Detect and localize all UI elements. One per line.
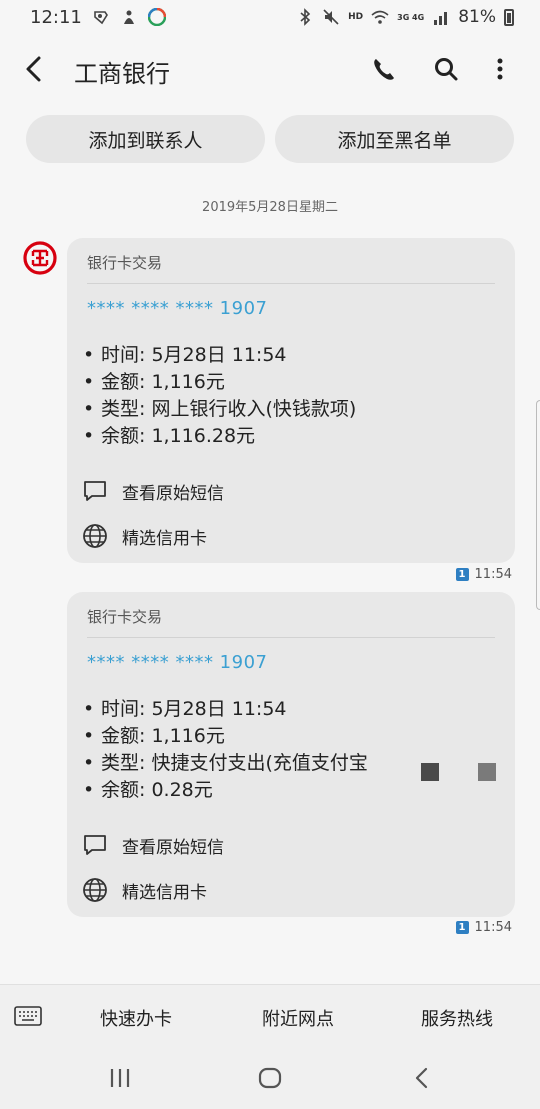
status-bar: 12:11 HD 3G 4G 81% xyxy=(0,0,540,34)
bank-service-menu: 快速办卡 附近网点 服务热线 xyxy=(0,984,540,1048)
app-bar: 工商银行 xyxy=(0,40,540,100)
app-notification-icon-2 xyxy=(123,10,134,24)
wifi-icon xyxy=(371,10,389,24)
app-notification-icon-3 xyxy=(147,8,166,26)
more-vert-icon xyxy=(497,58,503,80)
network-type: 3G 4G xyxy=(397,12,425,22)
redaction-block xyxy=(421,763,439,781)
redaction-block xyxy=(478,763,496,781)
sim1-badge: 1 xyxy=(455,921,469,934)
view-original-sms-button[interactable]: 查看原始短信 xyxy=(82,832,224,858)
keyboard-icon[interactable] xyxy=(14,1005,42,1027)
view-original-sms-button[interactable]: 查看原始短信 xyxy=(82,478,224,504)
menu-quick-card[interactable]: 快速办卡 xyxy=(100,1005,172,1031)
recents-icon[interactable] xyxy=(106,1064,134,1092)
detail-line: • 时间: 5月28日 11:54 xyxy=(83,698,287,720)
message-icon xyxy=(84,481,106,501)
mute-icon xyxy=(323,9,339,25)
detail-line: • 余额: 1,116.28元 xyxy=(83,425,256,447)
phone-icon xyxy=(374,59,394,80)
detail-line: • 时间: 5月28日 11:54 xyxy=(83,344,287,366)
search-button[interactable] xyxy=(430,53,462,85)
globe-icon xyxy=(83,524,107,548)
sim1-badge: 1 xyxy=(455,568,469,581)
bluetooth-icon xyxy=(300,8,311,26)
detail-line: • 类型: 快捷支付支出(充值支付宝 xyxy=(83,752,368,774)
featured-credit-card-button[interactable]: 精选信用卡 xyxy=(82,523,207,549)
home-icon[interactable] xyxy=(256,1064,284,1092)
message-bubble[interactable]: 银行卡交易 **** **** **** 1907 • 时间: 5月28日 11:… xyxy=(67,238,515,563)
message-header: 银行卡交易 xyxy=(87,608,163,626)
detail-line: • 余额: 0.28元 xyxy=(83,779,213,801)
menu-nearby-branches[interactable]: 附近网点 xyxy=(262,1005,334,1031)
date-separator: 2019年5月28日星期二 xyxy=(202,200,338,215)
globe-icon xyxy=(83,878,107,902)
signal-icon xyxy=(434,12,448,25)
detail-line: • 类型: 网上银行收入(快钱款项) xyxy=(83,398,357,420)
hd-indicator: HD xyxy=(348,12,364,22)
featured-credit-card-button[interactable]: 精选信用卡 xyxy=(82,877,207,903)
add-to-contacts-button[interactable]: 添加到联系人 xyxy=(26,115,265,163)
system-navigation-bar xyxy=(0,1048,540,1109)
conversation-title: 工商银行 xyxy=(74,60,170,88)
add-to-blacklist-button[interactable]: 添加至黑名单 xyxy=(275,115,514,163)
divider xyxy=(87,637,495,638)
divider xyxy=(87,283,495,284)
message-header: 银行卡交易 xyxy=(87,254,163,272)
nav-back-icon[interactable] xyxy=(408,1064,436,1092)
card-number-link[interactable]: **** **** **** 1907 xyxy=(87,298,267,319)
message-timestamp: 1 11:54 xyxy=(455,567,512,582)
battery-icon xyxy=(504,8,514,26)
message-icon xyxy=(84,835,106,855)
back-arrow-icon[interactable] xyxy=(18,52,52,86)
battery-percent: 81% xyxy=(458,7,496,27)
message-bubble[interactable]: 银行卡交易 **** **** **** 1907 • 时间: 5月28日 11:… xyxy=(67,592,515,917)
transaction-details: • 时间: 5月28日 11:54 • 金额: 1,116元 • 类型: 网上银行收入… xyxy=(83,342,356,450)
status-time: 12:11 xyxy=(30,6,82,28)
menu-service-hotline[interactable]: 服务热线 xyxy=(421,1005,493,1031)
detail-line: • 金额: 1,116元 xyxy=(83,371,225,393)
app-notification-icon xyxy=(94,11,108,25)
edge-panel-handle[interactable] xyxy=(536,400,540,610)
transaction-details: • 时间: 5月28日 11:54 • 金额: 1,116元 • 类型: 快捷支付支出… xyxy=(83,696,368,804)
detail-line: • 金额: 1,116元 xyxy=(83,725,225,747)
message-timestamp: 1 11:54 xyxy=(455,920,512,935)
call-button[interactable] xyxy=(368,53,400,85)
card-number-link[interactable]: **** **** **** 1907 xyxy=(87,652,267,673)
icbc-logo-avatar[interactable] xyxy=(22,240,58,276)
more-options-button[interactable] xyxy=(484,53,516,85)
search-icon xyxy=(435,58,458,81)
